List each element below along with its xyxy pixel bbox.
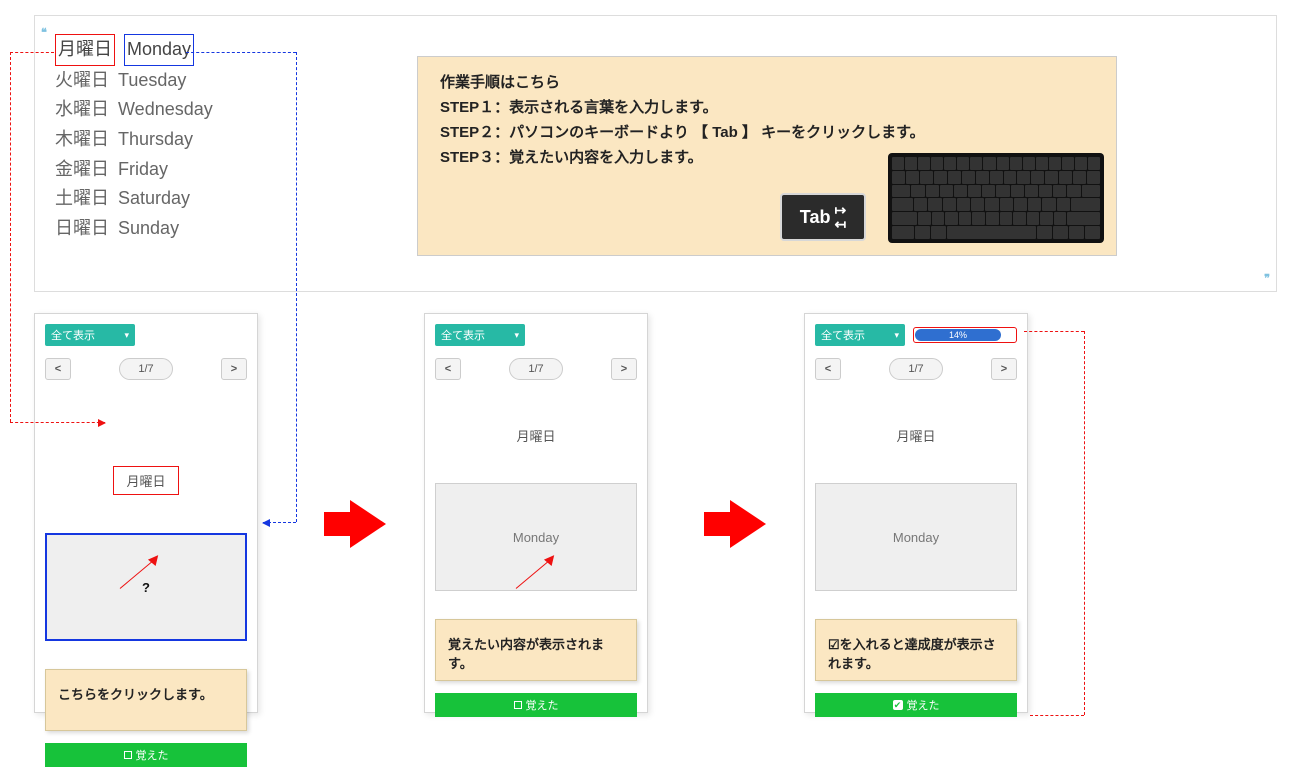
- progress-indicator: 14%: [913, 327, 1017, 343]
- next-button[interactable]: >: [611, 358, 637, 380]
- flashcard-step3: 全て表示▾ 14% < 1/7 > 月曜日 Monday ☑を入れると達成度が表…: [804, 313, 1028, 713]
- learned-button[interactable]: 覚えた: [435, 693, 637, 717]
- instructions-step2: STEP２：パソコンのキーボードより 【 Tab 】 キーをクリックします。: [440, 121, 1098, 142]
- callout-step1: こちらをクリックします。: [45, 669, 247, 731]
- instructions-step1: STEP１：表示される言葉を入力します。: [440, 96, 1098, 117]
- pager-label: 1/7: [119, 358, 173, 380]
- learned-button[interactable]: 覚えた: [45, 743, 247, 767]
- checkbox-empty-icon: [514, 701, 522, 709]
- pointer-arrow-icon: [110, 548, 164, 602]
- instructions-title: 作業手順はこちら: [440, 71, 1098, 92]
- connector-arrow: [263, 522, 296, 523]
- overview-panel: ❝ ❞ 月曜日 Monday 火曜日 Tuesday 水曜日 Wednesday…: [34, 15, 1277, 292]
- prompt-word: 月曜日: [815, 426, 1017, 445]
- connector-arrow: [10, 422, 105, 423]
- checkbox-empty-icon: [124, 751, 132, 759]
- next-button[interactable]: >: [221, 358, 247, 380]
- filter-dropdown[interactable]: 全て表示▾: [45, 324, 135, 346]
- pager-label: 1/7: [889, 358, 943, 380]
- prompt-word: 月曜日: [113, 466, 178, 495]
- prev-button[interactable]: <: [45, 358, 71, 380]
- flashcard-step2: 全て表示▾ < 1/7 > 月曜日 Monday 覚えたい内容が表示されます。 …: [424, 313, 648, 713]
- prev-button[interactable]: <: [815, 358, 841, 380]
- chevron-down-icon: ▾: [124, 330, 129, 341]
- quote-right-icon: ❞: [1264, 272, 1270, 285]
- quote-left-icon: ❝: [41, 26, 47, 39]
- connector-line: [10, 52, 54, 53]
- connector-line: [10, 52, 11, 422]
- tab-key-icon: Tab ↦↤: [780, 193, 866, 241]
- checkbox-checked-icon: ✔: [893, 700, 903, 710]
- pointer-arrow-icon: [506, 548, 560, 602]
- prompt-word: 月曜日: [435, 426, 637, 445]
- vocab-en-highlight: Monday: [124, 34, 194, 66]
- flow-arrow-icon: [350, 500, 386, 548]
- connector-line: [1084, 331, 1085, 715]
- chevron-down-icon: ▾: [894, 330, 899, 341]
- keyboard-icon: [888, 153, 1104, 243]
- flashcard-step1: 全て表示▾ < 1/7 > 月曜日 ? こちらをクリックします。 覚えた: [34, 313, 258, 713]
- answer-box[interactable]: Monday: [815, 483, 1017, 591]
- callout-step3: ☑を入れると達成度が表示されます。: [815, 619, 1017, 681]
- connector-line: [1024, 331, 1084, 332]
- pager-label: 1/7: [509, 358, 563, 380]
- learned-button-checked[interactable]: ✔ 覚えた: [815, 693, 1017, 717]
- callout-step2: 覚えたい内容が表示されます。: [435, 619, 637, 681]
- vocabulary-list: 月曜日 Monday 火曜日 Tuesday 水曜日 Wednesday 木曜日…: [55, 34, 213, 244]
- connector-line: [1030, 715, 1084, 716]
- connector-line: [186, 52, 296, 53]
- prev-button[interactable]: <: [435, 358, 461, 380]
- connector-line: [296, 52, 297, 522]
- filter-dropdown[interactable]: 全て表示▾: [435, 324, 525, 346]
- next-button[interactable]: >: [991, 358, 1017, 380]
- flow-arrow-icon: [730, 500, 766, 548]
- filter-dropdown[interactable]: 全て表示▾: [815, 324, 905, 346]
- progress-bar: 14%: [915, 329, 1001, 341]
- vocab-jp-highlight: 月曜日: [55, 34, 115, 66]
- instructions-box: 作業手順はこちら STEP１：表示される言葉を入力します。 STEP２：パソコン…: [417, 56, 1117, 256]
- chevron-down-icon: ▾: [514, 330, 519, 341]
